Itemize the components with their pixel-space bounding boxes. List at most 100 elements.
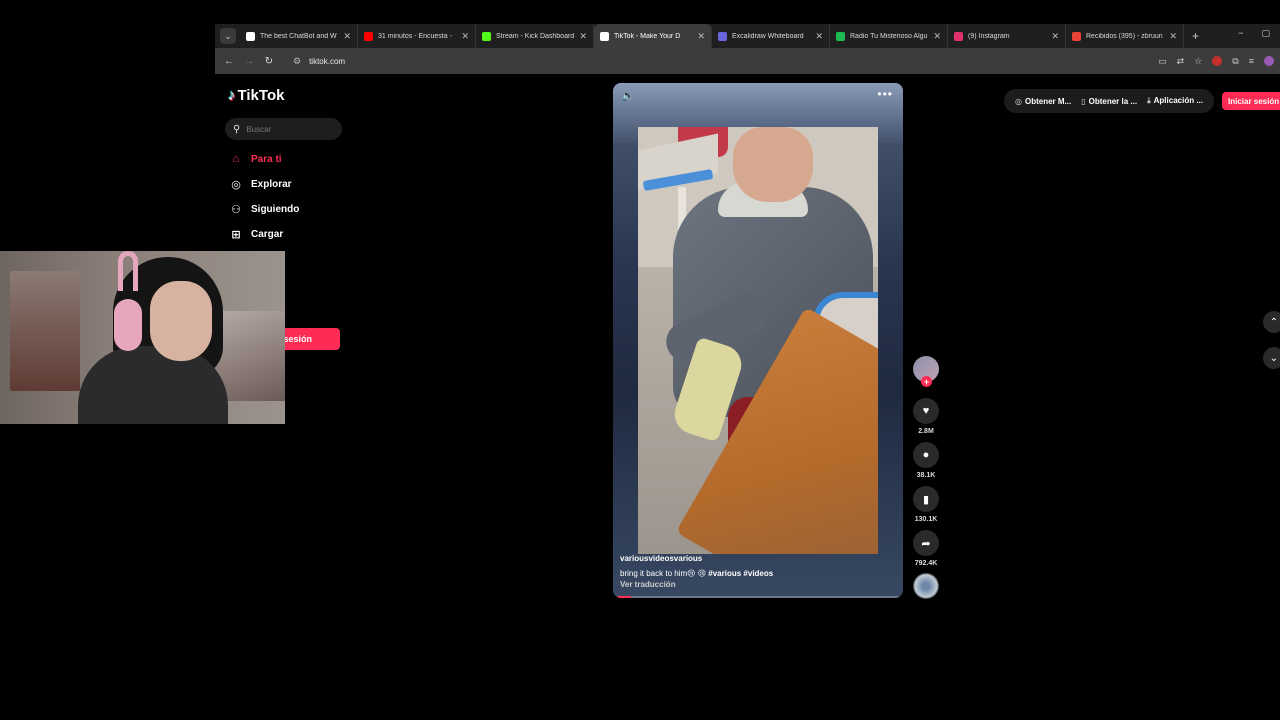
- tab-close-icon[interactable]: ✕: [343, 31, 351, 42]
- reload-button[interactable]: ↻: [259, 56, 279, 67]
- tiktok-logo[interactable]: ♪ TikTok: [228, 87, 284, 104]
- tiktok-note-icon: ♪: [228, 87, 236, 104]
- desktop-app-button[interactable]: ⤓ Aplicación ...: [1142, 96, 1208, 106]
- tab-favicon-icon: [954, 31, 963, 41]
- more-options-icon[interactable]: •••: [877, 87, 893, 101]
- browser-tab[interactable]: Radio Tu Misterioso Algu ✕: [830, 24, 948, 48]
- browser-window: ⌄ The best ChatBot and W ✕ 31 minutos - En…: [215, 24, 1280, 74]
- forward-button[interactable]: →: [239, 56, 259, 67]
- tab-favicon-icon: [482, 31, 491, 41]
- tab-favicon-icon: [718, 31, 727, 41]
- caption-text: bring it back to him😢 😢: [620, 569, 707, 578]
- sidebar-item-label: Cargar: [251, 228, 284, 240]
- tab-favicon-icon: [836, 31, 845, 41]
- search-input[interactable]: [246, 124, 337, 134]
- chevron-down-icon: ⌄: [1269, 352, 1279, 364]
- site-info-icon[interactable]: ⚙: [293, 56, 301, 67]
- tab-title: Radio Tu Misterioso Algu: [850, 32, 928, 40]
- hashtag[interactable]: #videos: [743, 569, 773, 578]
- media-control-icon[interactable]: ≡: [1249, 56, 1254, 66]
- tab-title: 31 minutos - Encuesta -: [378, 32, 452, 40]
- save-count: 130.1K: [914, 516, 938, 523]
- tab-title: Stream - Kick Dashboard: [496, 32, 575, 40]
- comment-icon[interactable]: ●: [913, 442, 939, 468]
- sidebar-item-following[interactable]: ⚇ Siguiendo: [229, 202, 299, 216]
- search-icon: ⚲: [233, 123, 241, 135]
- maximize-button[interactable]: ▢: [1261, 28, 1270, 39]
- download-icon: ⤓: [1147, 96, 1151, 105]
- sidebar-login-label: sesión: [283, 334, 312, 344]
- bookmark-star-icon[interactable]: ☆: [1194, 56, 1202, 67]
- browser-tab[interactable]: Stream - Kick Dashboard ✕: [476, 24, 594, 48]
- video-author[interactable]: variousvideosvarious: [620, 554, 702, 563]
- extension-icon[interactable]: [1212, 56, 1223, 66]
- browser-tab[interactable]: 31 minutos - Encuesta - ✕: [358, 24, 476, 48]
- previous-video-button[interactable]: ⌃: [1263, 311, 1280, 333]
- tab-title: The best ChatBot and W: [260, 32, 337, 40]
- video-frame[interactable]: [638, 127, 878, 554]
- tab-search-button[interactable]: ⌄: [220, 28, 236, 44]
- browser-tab[interactable]: Recibidos (395) - zbruun ✕: [1066, 24, 1184, 48]
- tab-close-icon[interactable]: ✕: [815, 31, 823, 42]
- comment-count: 38.1K: [916, 472, 936, 479]
- tab-close-icon[interactable]: ✕: [933, 31, 941, 42]
- tab-close-icon[interactable]: ✕: [579, 31, 587, 42]
- browser-tab[interactable]: TikTok - Make Your D ✕: [594, 24, 712, 48]
- translate-icon[interactable]: ⇄: [1177, 56, 1185, 67]
- comment-action: ● 38.1K: [913, 442, 939, 479]
- video-player[interactable]: 🔈 ••• variousvideosvarious bring it back…: [613, 83, 903, 598]
- tab-title: Excalidraw Whiteboard: [732, 32, 804, 40]
- get-app-label: Obtener la ...: [1088, 96, 1138, 106]
- tab-close-icon[interactable]: ✕: [461, 31, 469, 42]
- login-button[interactable]: Iniciar sesión: [1221, 92, 1280, 110]
- browser-tab[interactable]: The best ChatBot and W ✕: [240, 24, 358, 48]
- desktop-app-label: Aplicación ...: [1153, 96, 1203, 105]
- tab-favicon-icon: [600, 31, 609, 41]
- like-action: ♥ 2.8M: [913, 398, 939, 435]
- like-count: 2.8M: [918, 428, 934, 435]
- browser-tab[interactable]: (9) Instagram ✕: [948, 24, 1066, 48]
- video-caption: bring it back to him😢 😢 #various #videos: [620, 569, 773, 578]
- browser-tab[interactable]: Excalidraw Whiteboard ✕: [712, 24, 830, 48]
- heart-icon[interactable]: ♥: [913, 398, 939, 424]
- tabs-container: The best ChatBot and W ✕ 31 minutos - Encu…: [240, 24, 1184, 48]
- sidebar-item-home[interactable]: ⌂ Para ti: [229, 152, 282, 166]
- compass-icon: ◎: [231, 178, 241, 191]
- window-controls: − ▢: [1228, 24, 1280, 43]
- tab-close-icon[interactable]: ✕: [1051, 31, 1059, 42]
- get-app-button[interactable]: ▯ Obtener la ...: [1076, 97, 1142, 106]
- video-progress-fill: [617, 596, 632, 598]
- chevron-up-icon: ⌃: [1269, 316, 1279, 328]
- tab-close-icon[interactable]: ✕: [697, 31, 705, 42]
- install-app-icon[interactable]: ▭: [1158, 56, 1167, 67]
- url-text: tiktok.com: [309, 56, 346, 66]
- headphone-band: [118, 251, 138, 291]
- video-progress-bar[interactable]: [617, 596, 899, 598]
- extensions-puzzle-icon[interactable]: ⧉: [1232, 56, 1238, 67]
- translate-link[interactable]: Ver traducción: [620, 580, 676, 589]
- hashtag[interactable]: #various: [708, 569, 741, 578]
- login-label: Iniciar sesión: [1227, 96, 1280, 106]
- get-coins-button[interactable]: ◎ Obtener M...: [1010, 97, 1076, 106]
- upload-icon: ⊞: [231, 228, 241, 241]
- save-action: ▮ 130.1K: [913, 486, 939, 523]
- new-tab-button[interactable]: +: [1192, 29, 1199, 43]
- follow-plus-icon[interactable]: +: [921, 376, 932, 387]
- top-actions: ◎ Obtener M... ▯ Obtener la ... ⤓ Aplicació…: [1004, 89, 1280, 113]
- bookmark-icon[interactable]: ▮: [913, 486, 939, 512]
- sidebar-item-compass[interactable]: ◎ Explorar: [229, 177, 291, 191]
- next-video-button[interactable]: ⌄: [1263, 347, 1280, 369]
- profile-avatar[interactable]: [1264, 56, 1274, 66]
- share-icon[interactable]: ➦: [913, 530, 939, 556]
- share-count: 792.4K: [914, 560, 938, 567]
- sidebar-item-upload[interactable]: ⊞ Cargar: [229, 227, 283, 241]
- tab-close-icon[interactable]: ✕: [1169, 31, 1177, 42]
- search-box[interactable]: ⚲: [225, 118, 342, 140]
- back-button[interactable]: ←: [219, 56, 239, 67]
- tab-title: (9) Instagram: [968, 32, 1010, 40]
- navigation-bar: ← → ↻ ⚙ tiktok.com ▭ ⇄ ☆ ⧉ ≡: [215, 48, 1280, 74]
- minimize-button[interactable]: −: [1238, 28, 1243, 39]
- volume-icon[interactable]: 🔈: [621, 89, 635, 102]
- music-disc-icon[interactable]: [913, 573, 939, 599]
- address-bar[interactable]: ⚙ tiktok.com: [287, 51, 1117, 71]
